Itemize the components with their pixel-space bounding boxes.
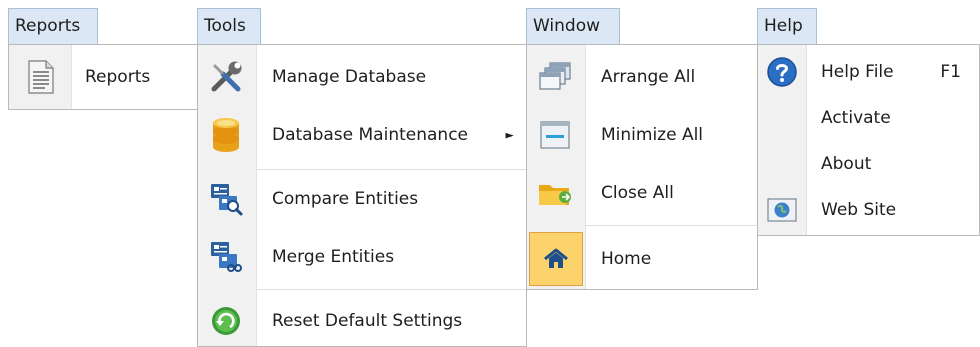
menu-separator [256, 169, 526, 170]
menu-item-minimize-all[interactable]: Minimize All [527, 109, 757, 161]
menu-separator [585, 225, 757, 226]
menu-panel-reports: Reports [8, 44, 198, 110]
menu-title-tools-label: Tools [204, 16, 246, 36]
menu-item-manage-database-label: Manage Database [272, 67, 427, 87]
menu-item-close-all-label: Close All [601, 183, 674, 203]
folder-close-icon [537, 175, 573, 211]
globe-icon [764, 192, 800, 228]
menu-item-help-file[interactable]: Help File F1 [758, 47, 979, 97]
menu-panel-tools: Manage Database Database Maintenance ► C… [197, 44, 527, 347]
menu-item-home[interactable]: Home [527, 232, 757, 286]
menu-item-arrange-all[interactable]: Arrange All [527, 51, 757, 103]
menu-item-database-maintenance-label: Database Maintenance [272, 125, 468, 145]
menu-panel-window: Arrange All Minimize All Close All Home [526, 44, 758, 290]
tools-wrench-screwdriver-icon [208, 59, 244, 95]
menu-item-reset-default-settings[interactable]: Reset Default Settings [198, 295, 526, 347]
menu-item-activate[interactable]: Activate [758, 95, 979, 141]
menu-title-reports-label: Reports [15, 16, 81, 36]
menu-item-minimize-all-label: Minimize All [601, 125, 704, 145]
menu-title-tools[interactable]: Tools [197, 8, 261, 44]
menu-item-reset-default-settings-label: Reset Default Settings [272, 311, 463, 331]
menu-title-help[interactable]: Help [757, 8, 817, 44]
menu-item-merge-entities-label: Merge Entities [272, 247, 395, 267]
menu-item-database-maintenance[interactable]: Database Maintenance ► [198, 109, 526, 161]
menu-item-close-all[interactable]: Close All [527, 167, 757, 219]
menu-title-help-label: Help [764, 16, 803, 36]
menu-item-web-site[interactable]: Web Site [758, 187, 979, 233]
menu-item-about-label: About [821, 154, 872, 174]
cascade-windows-icon [537, 59, 573, 95]
menu-item-reports-label: Reports [85, 67, 151, 87]
menu-item-home-label: Home [601, 249, 652, 269]
database-icon [208, 117, 244, 153]
menu-item-manage-database[interactable]: Manage Database [198, 51, 526, 103]
menu-item-about[interactable]: About [758, 141, 979, 187]
menu-item-compare-entities-label: Compare Entities [272, 189, 419, 209]
menu-item-web-site-label: Web Site [821, 200, 897, 220]
menu-item-merge-entities[interactable]: Merge Entities [198, 231, 526, 283]
entity-merge-icon [208, 239, 244, 275]
minimize-windows-icon [537, 117, 573, 153]
menu-title-window-label: Window [533, 16, 601, 36]
menu-item-help-file-label: Help File [821, 62, 894, 82]
menu-title-reports[interactable]: Reports [8, 8, 98, 44]
home-icon [538, 241, 574, 277]
document-icon [23, 59, 59, 95]
submenu-arrow-icon: ► [505, 128, 514, 142]
menu-item-reports[interactable]: Reports [9, 51, 197, 103]
refresh-icon [208, 303, 244, 339]
help-icon [764, 54, 800, 90]
menu-item-arrange-all-label: Arrange All [601, 67, 696, 87]
menu-panel-help: Help File F1 Activate About Web Site [757, 44, 980, 236]
menu-separator [256, 289, 526, 290]
menu-item-compare-entities[interactable]: Compare Entities [198, 173, 526, 225]
menu-title-window[interactable]: Window [526, 8, 620, 44]
menu-item-activate-label: Activate [821, 108, 891, 128]
menu-item-help-file-shortcut: F1 [940, 62, 961, 82]
entity-compare-icon [208, 181, 244, 217]
